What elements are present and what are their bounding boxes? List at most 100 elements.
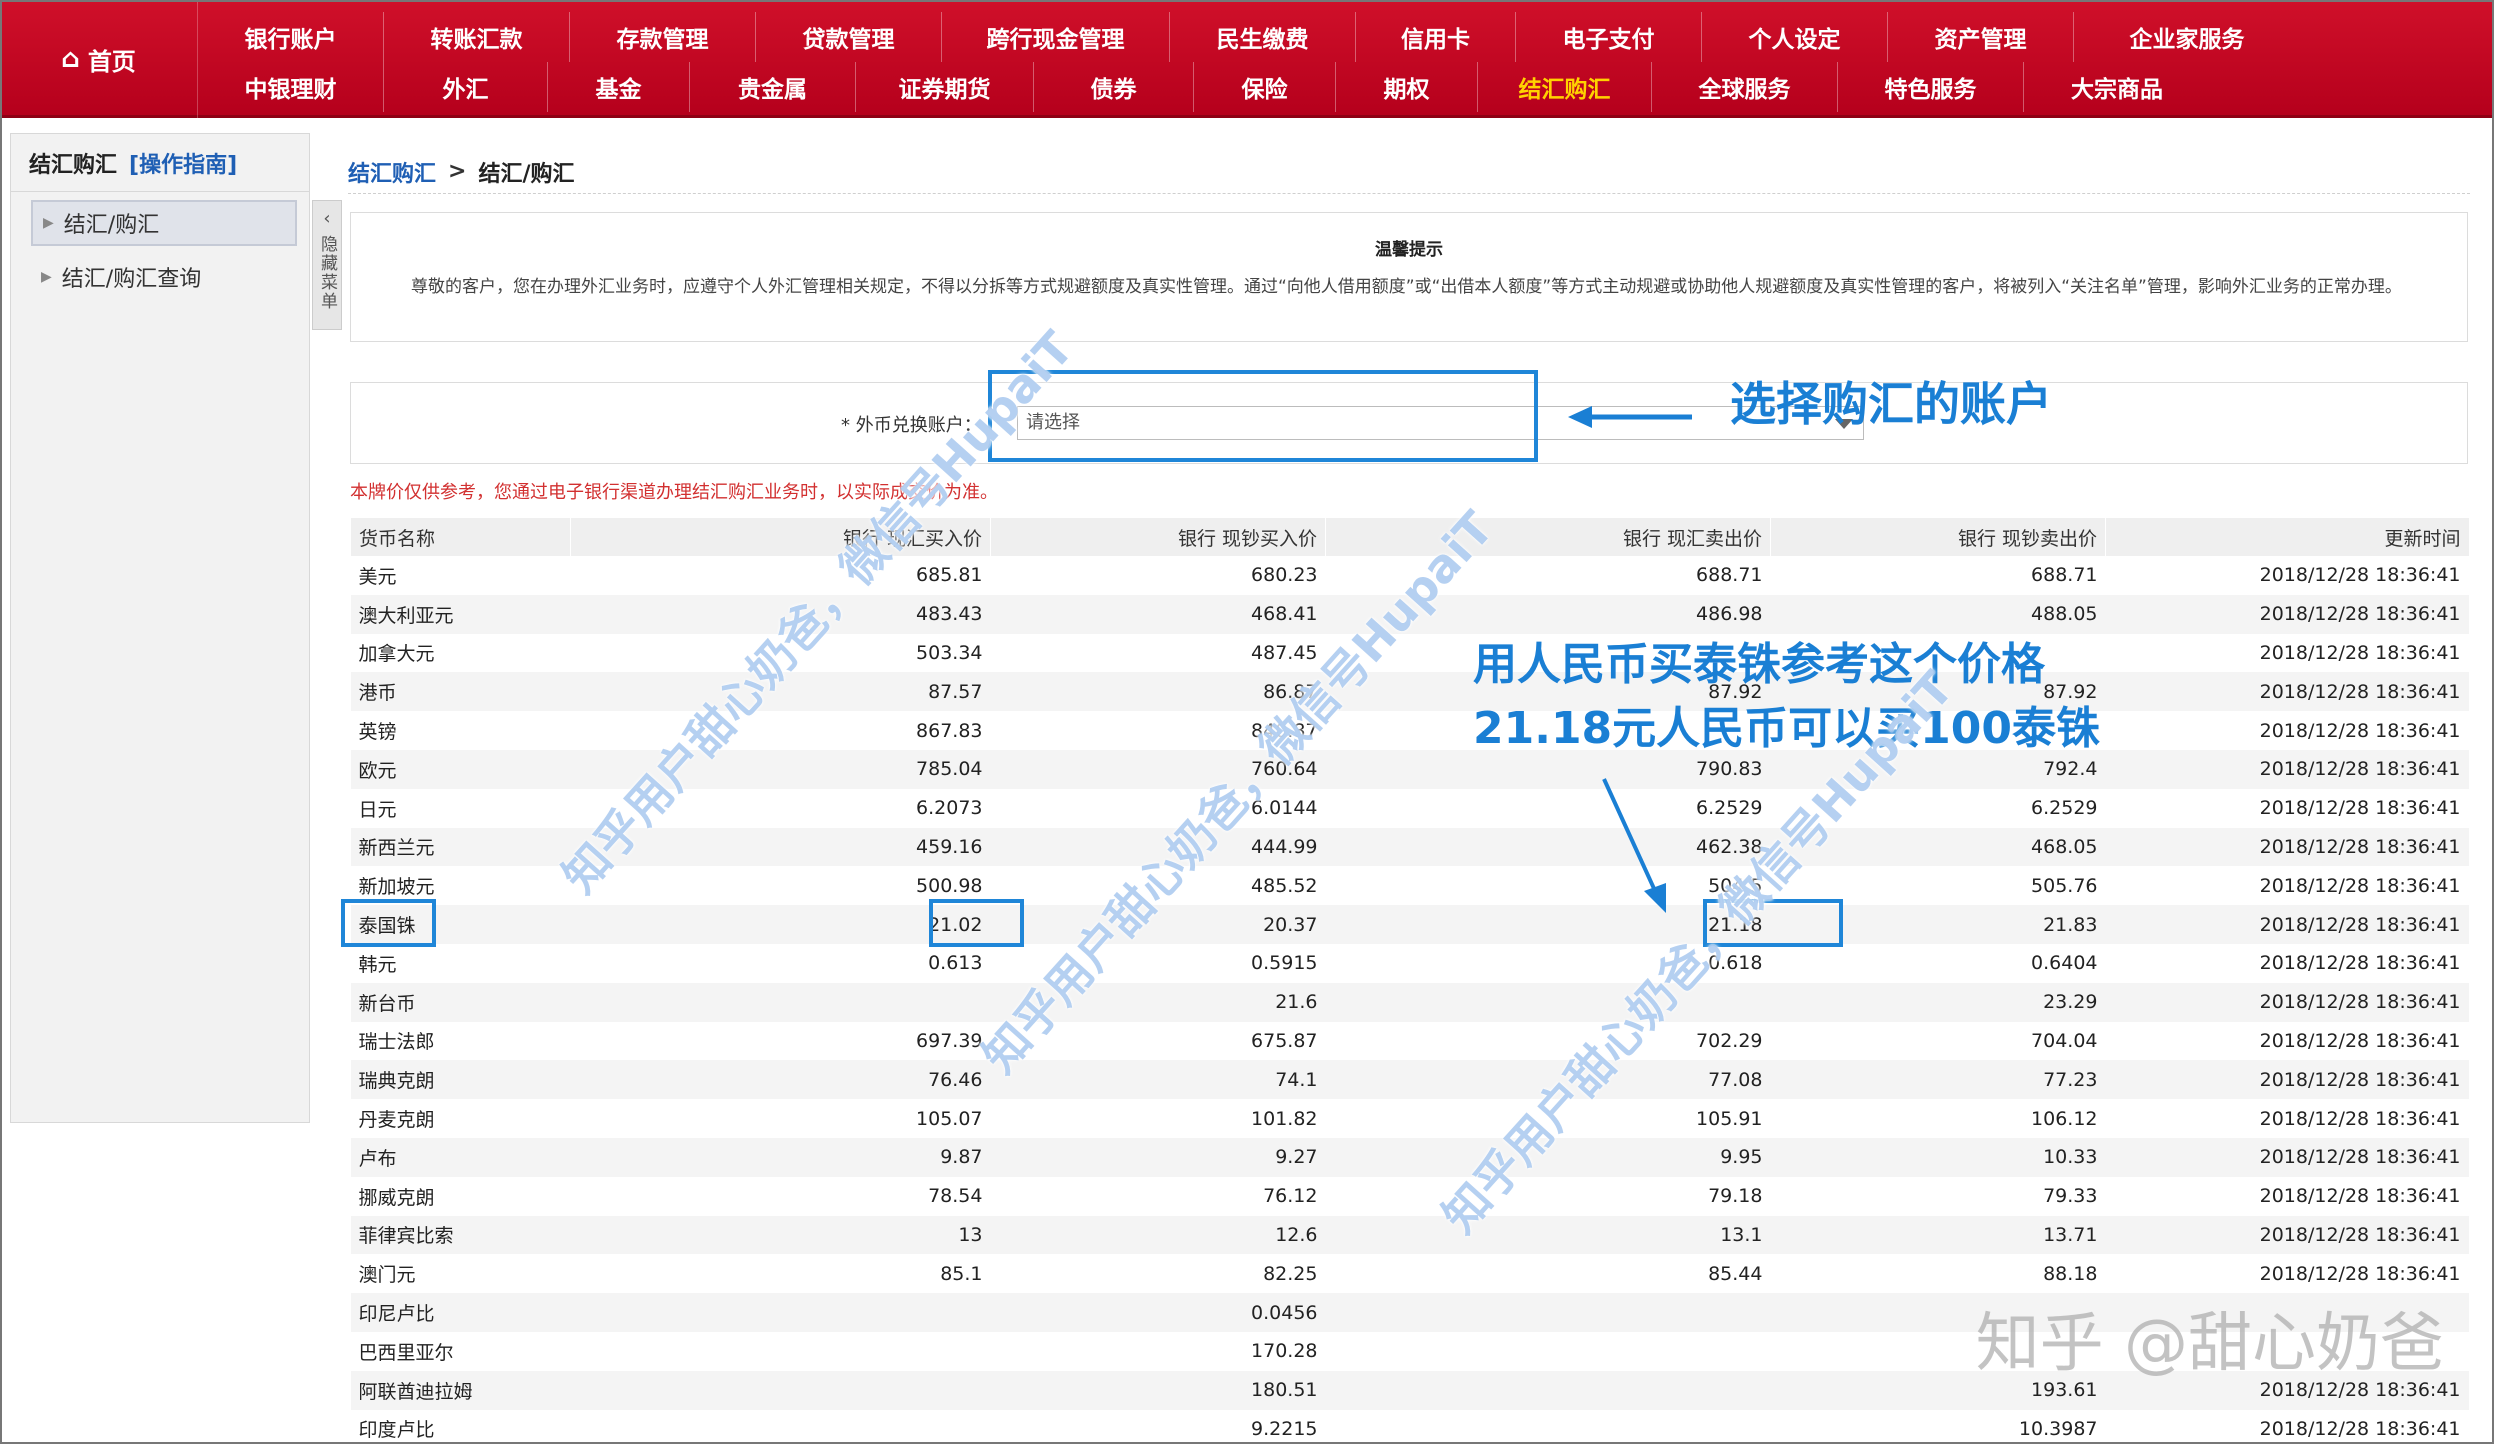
rate-cell: 704.04 <box>1770 1021 2106 1061</box>
currency-name-cell: 印度卢比 <box>350 1409 571 1444</box>
nav-item-row1-1[interactable]: 转账汇款 <box>384 12 570 62</box>
nav-item-row1-7[interactable]: 电子支付 <box>1516 12 1702 62</box>
table-row: 港币 87.57 86.87 87.92 87.92 2018/12/28 18:36:4… <box>350 672 2469 712</box>
warm-tips-title: 温馨提示 <box>1375 240 1443 260</box>
home-icon: ⌂ <box>61 44 80 74</box>
top-navigation: ⌂ 首页 银行账户 转账汇款 存款管理 贷款管理 跨行现金管理 民生缴费 信用卡 电子支付 个人… <box>0 0 2494 118</box>
table-row: 澳门元 85.1 82.25 85.44 88.18 2018/12/28 18:36:4… <box>350 1254 2469 1294</box>
rate-cell: 2018/12/28 18:36:41 <box>2105 672 2469 712</box>
rate-cell: 462.38 <box>1325 827 1771 867</box>
rate-cell: 702.29 <box>1325 1021 1771 1061</box>
rate-cell: 2018/12/28 18:36:41 <box>2105 594 2469 634</box>
nav-item-row2-11[interactable]: 大宗商品 <box>2024 62 2210 112</box>
rate-cell: 2018/12/28 18:36:41 <box>2105 982 2469 1022</box>
currency-name-cell: 巴西里亚尔 <box>350 1331 571 1371</box>
nav-item-row2-3[interactable]: 贵金属 <box>690 62 856 112</box>
rate-cell: 76.46 <box>570 1060 991 1100</box>
nav-item-row1-4[interactable]: 跨行现金管理 <box>942 12 1170 62</box>
thai-baht-name-highlight <box>341 899 436 947</box>
buy-price-callout-line2: 21.18元人民币可以买100泰铢 <box>1473 703 2101 754</box>
rate-cell: 170.28 <box>990 1331 1326 1371</box>
currency-name-cell: 港币 <box>350 672 571 712</box>
currency-name-cell: 韩元 <box>350 943 571 983</box>
sidebar-item-exchange[interactable]: ▶ 结汇/购汇 <box>31 200 297 246</box>
nav-item-row1-2[interactable]: 存款管理 <box>570 12 756 62</box>
col-header-cash-sell: 银行 现钞卖出价 <box>1770 518 2106 556</box>
nav-item-row2-0[interactable]: 中银理财 <box>198 62 384 112</box>
rate-cell: 101.82 <box>990 1099 1326 1138</box>
table-row: 瑞士法郎 697.39 675.87 702.29 704.04 2018/12/28 1… <box>350 1021 2469 1061</box>
rate-cell <box>570 982 991 1022</box>
rate-cell: 76.12 <box>990 1176 1326 1216</box>
hide-menu-label: 隐藏菜单 <box>317 235 337 311</box>
rate-cell <box>570 1293 991 1332</box>
warm-tips-text: 尊敬的客户，您在办理外汇业务时，应遵守个人外汇管理相关规定，不得以分拆等方式规避… <box>411 277 2402 297</box>
rate-cell: 9.27 <box>990 1137 1326 1177</box>
nav-item-row1-10[interactable]: 企业家服务 <box>2074 12 2300 62</box>
nav-item-row1-3[interactable]: 贷款管理 <box>756 12 942 62</box>
rate-cell: 2018/12/28 18:36:41 <box>2105 556 2469 595</box>
nav-item-row1-8[interactable]: 个人设定 <box>1702 12 1888 62</box>
rate-cell: 10.33 <box>1770 1137 2106 1177</box>
rate-cell: 2018/12/28 18:36:41 <box>2105 1409 2469 1444</box>
hide-menu-toggle[interactable]: ‹ 隐藏菜单 <box>312 200 342 330</box>
rate-cell: 85.1 <box>570 1254 991 1294</box>
rate-cell: 697.39 <box>570 1021 991 1061</box>
rate-cell: 77.23 <box>1770 1060 2106 1100</box>
rate-cell: 10.3987 <box>1770 1409 2106 1444</box>
currency-name-cell: 印尼卢比 <box>350 1293 571 1332</box>
col-header-spot-sell: 银行 现汇卖出价 <box>1325 518 1771 556</box>
rate-cell: 105.07 <box>570 1099 991 1138</box>
zhihu-brand-watermark: 知乎 @甜心奶爸 <box>1975 1307 2444 1381</box>
caret-right-icon: ▶ <box>43 215 54 231</box>
nav-item-row2-4[interactable]: 证券期货 <box>856 62 1034 112</box>
rate-cell: 2018/12/28 18:36:41 <box>2105 749 2469 789</box>
rate-cell: 500.98 <box>570 866 991 906</box>
sidebar-item-exchange-query[interactable]: ▶ 结汇/购汇查询 <box>31 254 297 300</box>
nav-item-row2-9[interactable]: 全球服务 <box>1652 62 1838 112</box>
operation-guide-link[interactable]: [操作指南] <box>129 147 237 179</box>
breadcrumb-root-link[interactable]: 结汇购汇 <box>348 156 436 188</box>
rate-cell <box>1325 1409 1771 1444</box>
rate-cell: 2018/12/28 18:36:41 <box>2105 1099 2469 1138</box>
nav-item-row2-5[interactable]: 债券 <box>1034 62 1194 112</box>
rate-cell: 180.51 <box>990 1370 1326 1410</box>
rate-cell: 23.29 <box>1770 982 2106 1022</box>
nav-item-row2-2[interactable]: 基金 <box>548 62 690 112</box>
nav-home[interactable]: ⌂ 首页 <box>0 0 198 118</box>
nav-item-row2-8[interactable]: 结汇购汇 <box>1478 62 1652 112</box>
nav-item-row2-6[interactable]: 保险 <box>1194 62 1336 112</box>
sidebar-header: 结汇购汇 [操作指南] <box>11 134 309 192</box>
table-row: 印度卢比 9.2215 10.3987 2018/12/28 18:36:41 <box>350 1409 2469 1444</box>
caret-right-icon: ▶ <box>41 269 52 285</box>
account-select-highlight <box>988 370 1538 462</box>
rate-cell <box>1325 1293 1771 1332</box>
rate-cell: 78.54 <box>570 1176 991 1216</box>
rate-cell <box>1325 1370 1771 1410</box>
currency-name-cell: 新台币 <box>350 982 571 1022</box>
rate-cell <box>570 1409 991 1444</box>
table-row: 卢布 9.87 9.27 9.95 10.33 2018/12/28 18:36:41 <box>350 1137 2469 1177</box>
breadcrumb: 结汇购汇 > 结汇/购汇 <box>348 150 2470 194</box>
rate-cell: 0.613 <box>570 943 991 983</box>
rate-cell: 2018/12/28 18:36:41 <box>2105 633 2469 673</box>
currency-name-cell: 美元 <box>350 556 571 595</box>
nav-item-row1-9[interactable]: 资产管理 <box>1888 12 2074 62</box>
rate-cell: 13.1 <box>1325 1215 1771 1255</box>
rate-cell: 468.41 <box>990 594 1326 634</box>
rate-cell: 0.6404 <box>1770 943 2106 983</box>
nav-item-row2-1[interactable]: 外汇 <box>384 62 548 112</box>
rate-cell: 106.12 <box>1770 1099 2106 1138</box>
nav-item-row1-5[interactable]: 民生缴费 <box>1170 12 1356 62</box>
nav-item-row1-6[interactable]: 信用卡 <box>1356 12 1516 62</box>
currency-name-cell: 新西兰元 <box>350 827 571 867</box>
rate-cell: 12.6 <box>990 1215 1326 1255</box>
nav-item-row2-10[interactable]: 特色服务 <box>1838 62 2024 112</box>
currency-name-cell: 瑞士法郎 <box>350 1021 571 1061</box>
nav-home-label: 首页 <box>87 47 136 76</box>
rate-cell: 2018/12/28 18:36:41 <box>2105 1176 2469 1216</box>
rate-cell: 79.18 <box>1325 1176 1771 1216</box>
nav-item-row2-7[interactable]: 期权 <box>1336 62 1478 112</box>
rate-cell: 9.87 <box>570 1137 991 1177</box>
nav-item-row1-0[interactable]: 银行账户 <box>198 12 384 62</box>
